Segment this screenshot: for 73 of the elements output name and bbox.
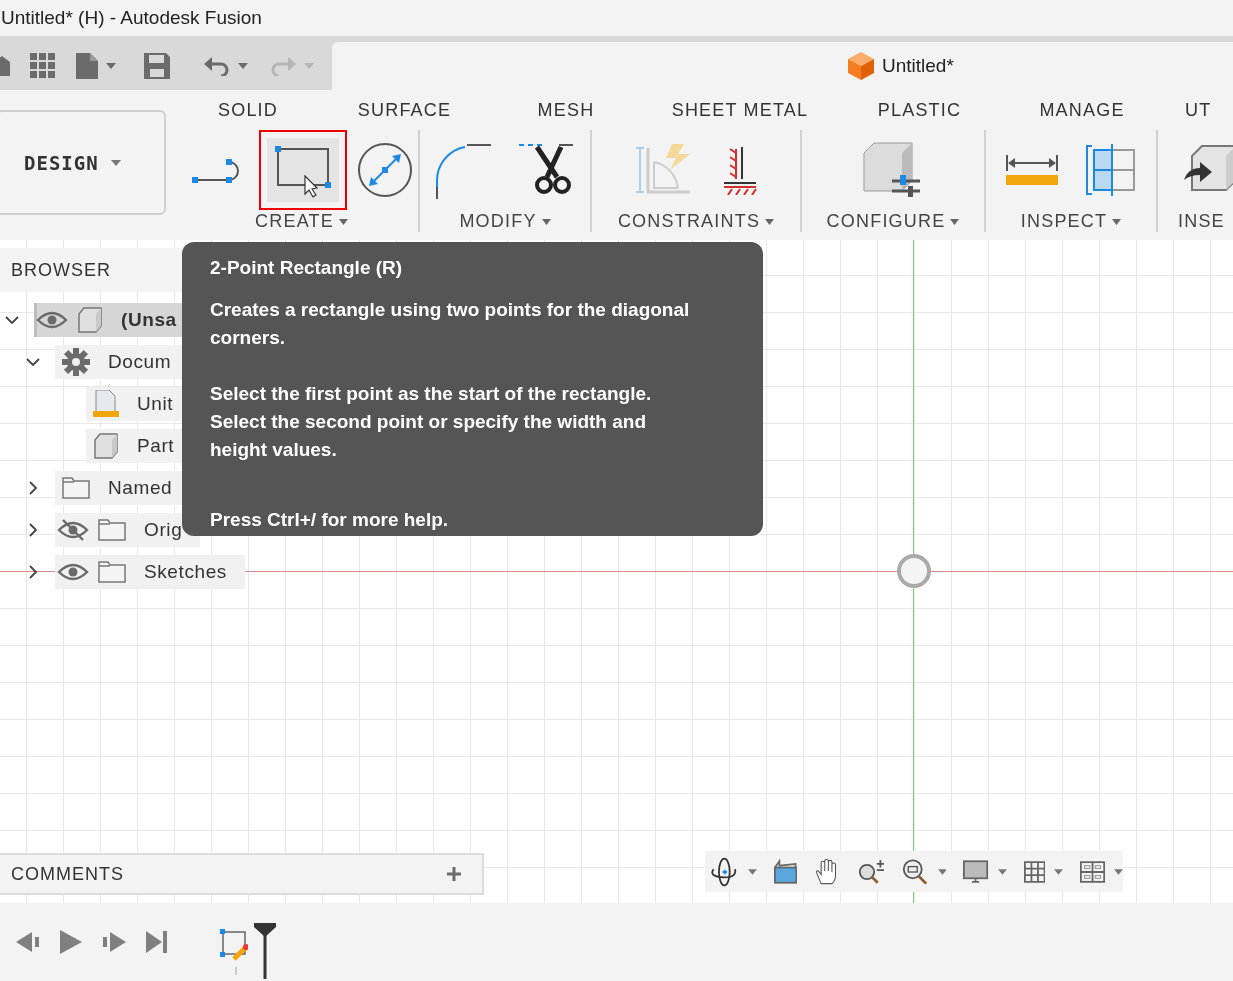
chevron-icon[interactable] <box>26 481 40 495</box>
group-menu[interactable]: MODIFY <box>459 211 551 232</box>
ribbon-tab[interactable]: UT <box>1156 99 1216 121</box>
origin-icon <box>896 553 932 589</box>
monitor-icon[interactable] <box>963 858 989 885</box>
caret-icon[interactable] <box>1114 868 1123 875</box>
caret-icon <box>1112 218 1122 225</box>
gear-icon <box>62 348 90 376</box>
home-icon[interactable] <box>0 54 10 78</box>
undo-icon[interactable] <box>204 56 230 76</box>
group-menu[interactable]: CONSTRAINTS <box>617 211 775 232</box>
eye-icon[interactable] <box>34 309 70 331</box>
previous-step-icon[interactable] <box>16 931 40 953</box>
caret-icon <box>338 218 348 225</box>
eye-icon[interactable] <box>55 561 91 583</box>
group-menu[interactable]: INSPECT <box>1020 211 1122 232</box>
look-at-icon[interactable] <box>773 858 797 885</box>
save-icon[interactable] <box>144 53 170 79</box>
timeline-marker-icon[interactable] <box>254 923 276 979</box>
caret-icon <box>110 159 121 166</box>
rectangle-tool[interactable] <box>258 130 347 210</box>
cube-icon <box>848 52 874 80</box>
chevron-icon[interactable] <box>26 523 40 537</box>
play-icon[interactable] <box>60 930 82 954</box>
group-menu[interactable]: CONFIGURE <box>826 211 960 232</box>
document-ruler-icon <box>93 390 119 418</box>
ribbon-tab[interactable]: MESH <box>483 99 649 121</box>
chevron-icon[interactable] <box>26 565 40 579</box>
eye-icon[interactable] <box>55 519 91 541</box>
sketch-feature-icon[interactable] <box>220 929 248 975</box>
chevron-icon[interactable] <box>26 355 40 369</box>
ribbon-tab[interactable]: SHEET METAL <box>649 99 831 121</box>
caret-icon[interactable] <box>1054 868 1063 875</box>
file-icon[interactable] <box>76 53 98 79</box>
caret-icon[interactable] <box>747 868 757 875</box>
tree-item[interactable]: Sketches <box>55 555 245 589</box>
tooltip-help: Press Ctrl+/ for more help. <box>210 508 450 532</box>
zoom-icon[interactable] <box>857 857 885 886</box>
ribbon-tab[interactable]: PLASTIC <box>831 99 1008 121</box>
box-icon <box>77 307 103 333</box>
caret-icon <box>541 218 551 225</box>
group-menu[interactable]: INSE <box>1178 211 1225 232</box>
tooltip-title: 2-Point Rectangle (R) <box>210 256 404 280</box>
apps-grid-icon[interactable] <box>30 53 56 79</box>
tree-item[interactable]: Orig <box>55 513 201 547</box>
next-step-icon[interactable] <box>102 931 126 953</box>
grid-icon[interactable] <box>1023 859 1045 884</box>
browser-title: BROWSER <box>11 259 111 281</box>
comments-title: COMMENTS <box>11 863 124 885</box>
document-tab[interactable]: Untitled* <box>882 55 954 77</box>
caret-icon <box>765 218 775 225</box>
chevron-icon[interactable] <box>5 313 19 327</box>
folder-icon <box>98 561 126 583</box>
caret-icon[interactable] <box>997 868 1007 875</box>
viewports-icon[interactable] <box>1079 859 1106 884</box>
window-title: Untitled* (H) - Autodesk Fusion <box>1 7 262 29</box>
ribbon-tab[interactable]: SOLID <box>170 99 326 121</box>
tooltip-description: Creates a rectangle using two points for the diagonal corners. <box>210 298 691 350</box>
ribbon-tab[interactable]: SURFACE <box>326 99 483 121</box>
caret-icon[interactable] <box>238 63 248 69</box>
folder-icon <box>98 519 126 541</box>
tooltip-step: Select the second point or specify the width and height values. <box>210 408 695 464</box>
group-menu[interactable]: CREATE <box>255 211 348 232</box>
caret-icon <box>950 218 960 225</box>
folder-icon <box>62 477 90 499</box>
box-icon <box>93 433 119 459</box>
caret-icon[interactable] <box>106 63 116 69</box>
workspace-menu[interactable]: DESIGN <box>0 110 166 215</box>
ribbon-tab[interactable]: MANAGE <box>1008 99 1156 121</box>
caret-icon[interactable] <box>937 868 947 875</box>
add-icon[interactable] <box>446 866 462 882</box>
tooltip-step: Select the first point as the start of the rectangle. <box>210 380 695 408</box>
skip-to-end-icon[interactable] <box>146 931 168 953</box>
